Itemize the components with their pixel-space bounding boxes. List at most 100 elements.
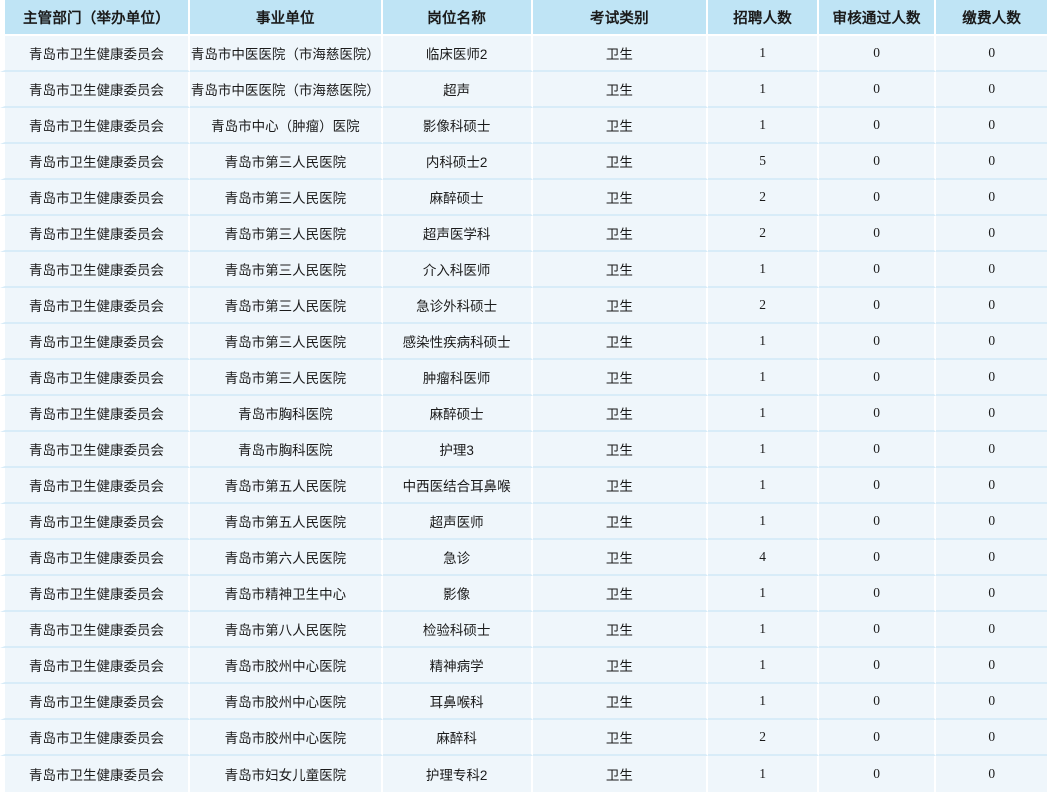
cell-paid: 0 [936, 432, 1047, 468]
cell-recruit: 1 [708, 36, 819, 72]
cell-dept: 青岛市卫生健康委员会 [0, 684, 190, 720]
cell-exam: 卫生 [532, 576, 709, 612]
cell-recruit: 1 [708, 648, 819, 684]
cell-recruit: 1 [708, 108, 819, 144]
cell-exam: 卫生 [532, 468, 709, 504]
recruitment-positions-table: 主管部门（举办单位） 事业单位 岗位名称 考试类别 招聘人数 审核通过人数 缴费… [0, 0, 1047, 792]
cell-paid: 0 [936, 684, 1047, 720]
cell-exam: 卫生 [532, 648, 709, 684]
cell-dept: 青岛市卫生健康委员会 [0, 540, 190, 576]
cell-paid: 0 [936, 144, 1047, 180]
cell-post: 介入科医师 [382, 252, 533, 288]
cell-dept: 青岛市卫生健康委员会 [0, 468, 190, 504]
table-row: 青岛市卫生健康委员会 青岛市胶州中心医院 精神病学 卫生 1 0 0 [0, 648, 1047, 684]
cell-post: 急诊 [382, 540, 533, 576]
cell-approved: 0 [818, 540, 937, 576]
cell-recruit: 4 [708, 540, 819, 576]
cell-post: 中西医结合耳鼻喉 [382, 468, 533, 504]
cell-post: 麻醉硕士 [382, 396, 533, 432]
cell-paid: 0 [936, 108, 1047, 144]
cell-approved: 0 [818, 396, 937, 432]
cell-dept: 青岛市卫生健康委员会 [0, 576, 190, 612]
cell-post: 肿瘤科医师 [382, 360, 533, 396]
cell-paid: 0 [936, 288, 1047, 324]
column-header-unit: 事业单位 [189, 0, 383, 36]
cell-paid: 0 [936, 324, 1047, 360]
cell-paid: 0 [936, 468, 1047, 504]
cell-exam: 卫生 [532, 396, 709, 432]
cell-exam: 卫生 [532, 144, 709, 180]
column-header-recruit: 招聘人数 [708, 0, 819, 36]
table-row: 青岛市卫生健康委员会 青岛市第三人民医院 麻醉硕士 卫生 2 0 0 [0, 180, 1047, 216]
cell-dept: 青岛市卫生健康委员会 [0, 144, 190, 180]
cell-exam: 卫生 [532, 684, 709, 720]
column-header-exam: 考试类别 [532, 0, 709, 36]
cell-approved: 0 [818, 144, 937, 180]
cell-dept: 青岛市卫生健康委员会 [0, 108, 190, 144]
cell-unit: 青岛市胶州中心医院 [189, 720, 383, 756]
cell-dept: 青岛市卫生健康委员会 [0, 396, 190, 432]
cell-post: 麻醉科 [382, 720, 533, 756]
cell-unit: 青岛市第三人民医院 [189, 252, 383, 288]
cell-post: 超声 [382, 72, 533, 108]
table-row: 青岛市卫生健康委员会 青岛市第三人民医院 超声医学科 卫生 2 0 0 [0, 216, 1047, 252]
cell-unit: 青岛市第三人民医院 [189, 288, 383, 324]
cell-exam: 卫生 [532, 216, 709, 252]
cell-approved: 0 [818, 108, 937, 144]
cell-approved: 0 [818, 756, 937, 792]
cell-unit: 青岛市第三人民医院 [189, 360, 383, 396]
cell-paid: 0 [936, 72, 1047, 108]
cell-post: 影像科硕士 [382, 108, 533, 144]
cell-dept: 青岛市卫生健康委员会 [0, 252, 190, 288]
cell-recruit: 1 [708, 396, 819, 432]
table-row: 青岛市卫生健康委员会 青岛市中医医院（市海慈医院） 临床医师2 卫生 1 0 0 [0, 36, 1047, 72]
cell-approved: 0 [818, 684, 937, 720]
cell-paid: 0 [936, 180, 1047, 216]
cell-post: 超声医师 [382, 504, 533, 540]
table-row: 青岛市卫生健康委员会 青岛市胶州中心医院 麻醉科 卫生 2 0 0 [0, 720, 1047, 756]
cell-approved: 0 [818, 504, 937, 540]
cell-recruit: 1 [708, 756, 819, 792]
table-row: 青岛市卫生健康委员会 青岛市胸科医院 护理3 卫生 1 0 0 [0, 432, 1047, 468]
table-row: 青岛市卫生健康委员会 青岛市胶州中心医院 耳鼻喉科 卫生 1 0 0 [0, 684, 1047, 720]
table-row: 青岛市卫生健康委员会 青岛市精神卫生中心 影像 卫生 1 0 0 [0, 576, 1047, 612]
cell-exam: 卫生 [532, 36, 709, 72]
table-row: 青岛市卫生健康委员会 青岛市第五人民医院 中西医结合耳鼻喉 卫生 1 0 0 [0, 468, 1047, 504]
cell-post: 精神病学 [382, 648, 533, 684]
cell-paid: 0 [936, 36, 1047, 72]
cell-approved: 0 [818, 72, 937, 108]
cell-paid: 0 [936, 396, 1047, 432]
cell-approved: 0 [818, 252, 937, 288]
cell-dept: 青岛市卫生健康委员会 [0, 432, 190, 468]
cell-exam: 卫生 [532, 324, 709, 360]
cell-recruit: 5 [708, 144, 819, 180]
cell-exam: 卫生 [532, 504, 709, 540]
table-row: 青岛市卫生健康委员会 青岛市第三人民医院 肿瘤科医师 卫生 1 0 0 [0, 360, 1047, 396]
cell-recruit: 1 [708, 360, 819, 396]
cell-paid: 0 [936, 756, 1047, 792]
cell-paid: 0 [936, 576, 1047, 612]
header-row: 主管部门（举办单位） 事业单位 岗位名称 考试类别 招聘人数 审核通过人数 缴费… [0, 0, 1047, 36]
cell-paid: 0 [936, 360, 1047, 396]
cell-dept: 青岛市卫生健康委员会 [0, 324, 190, 360]
cell-unit: 青岛市第八人民医院 [189, 612, 383, 648]
cell-exam: 卫生 [532, 756, 709, 792]
cell-post: 检验科硕士 [382, 612, 533, 648]
cell-unit: 青岛市第六人民医院 [189, 540, 383, 576]
cell-unit: 青岛市精神卫生中心 [189, 576, 383, 612]
cell-post: 麻醉硕士 [382, 180, 533, 216]
cell-unit: 青岛市胶州中心医院 [189, 684, 383, 720]
cell-recruit: 1 [708, 684, 819, 720]
cell-unit: 青岛市胶州中心医院 [189, 648, 383, 684]
table-row: 青岛市卫生健康委员会 青岛市第三人民医院 急诊外科硕士 卫生 2 0 0 [0, 288, 1047, 324]
cell-unit: 青岛市妇女儿童医院 [189, 756, 383, 792]
table-row: 青岛市卫生健康委员会 青岛市第六人民医院 急诊 卫生 4 0 0 [0, 540, 1047, 576]
cell-exam: 卫生 [532, 252, 709, 288]
cell-dept: 青岛市卫生健康委员会 [0, 216, 190, 252]
table-row: 青岛市卫生健康委员会 青岛市第三人民医院 介入科医师 卫生 1 0 0 [0, 252, 1047, 288]
column-header-approved: 审核通过人数 [818, 0, 937, 36]
table-row: 青岛市卫生健康委员会 青岛市妇女儿童医院 护理专科2 卫生 1 0 0 [0, 756, 1047, 792]
cell-post: 临床医师2 [382, 36, 533, 72]
cell-post: 护理专科2 [382, 756, 533, 792]
cell-recruit: 2 [708, 216, 819, 252]
